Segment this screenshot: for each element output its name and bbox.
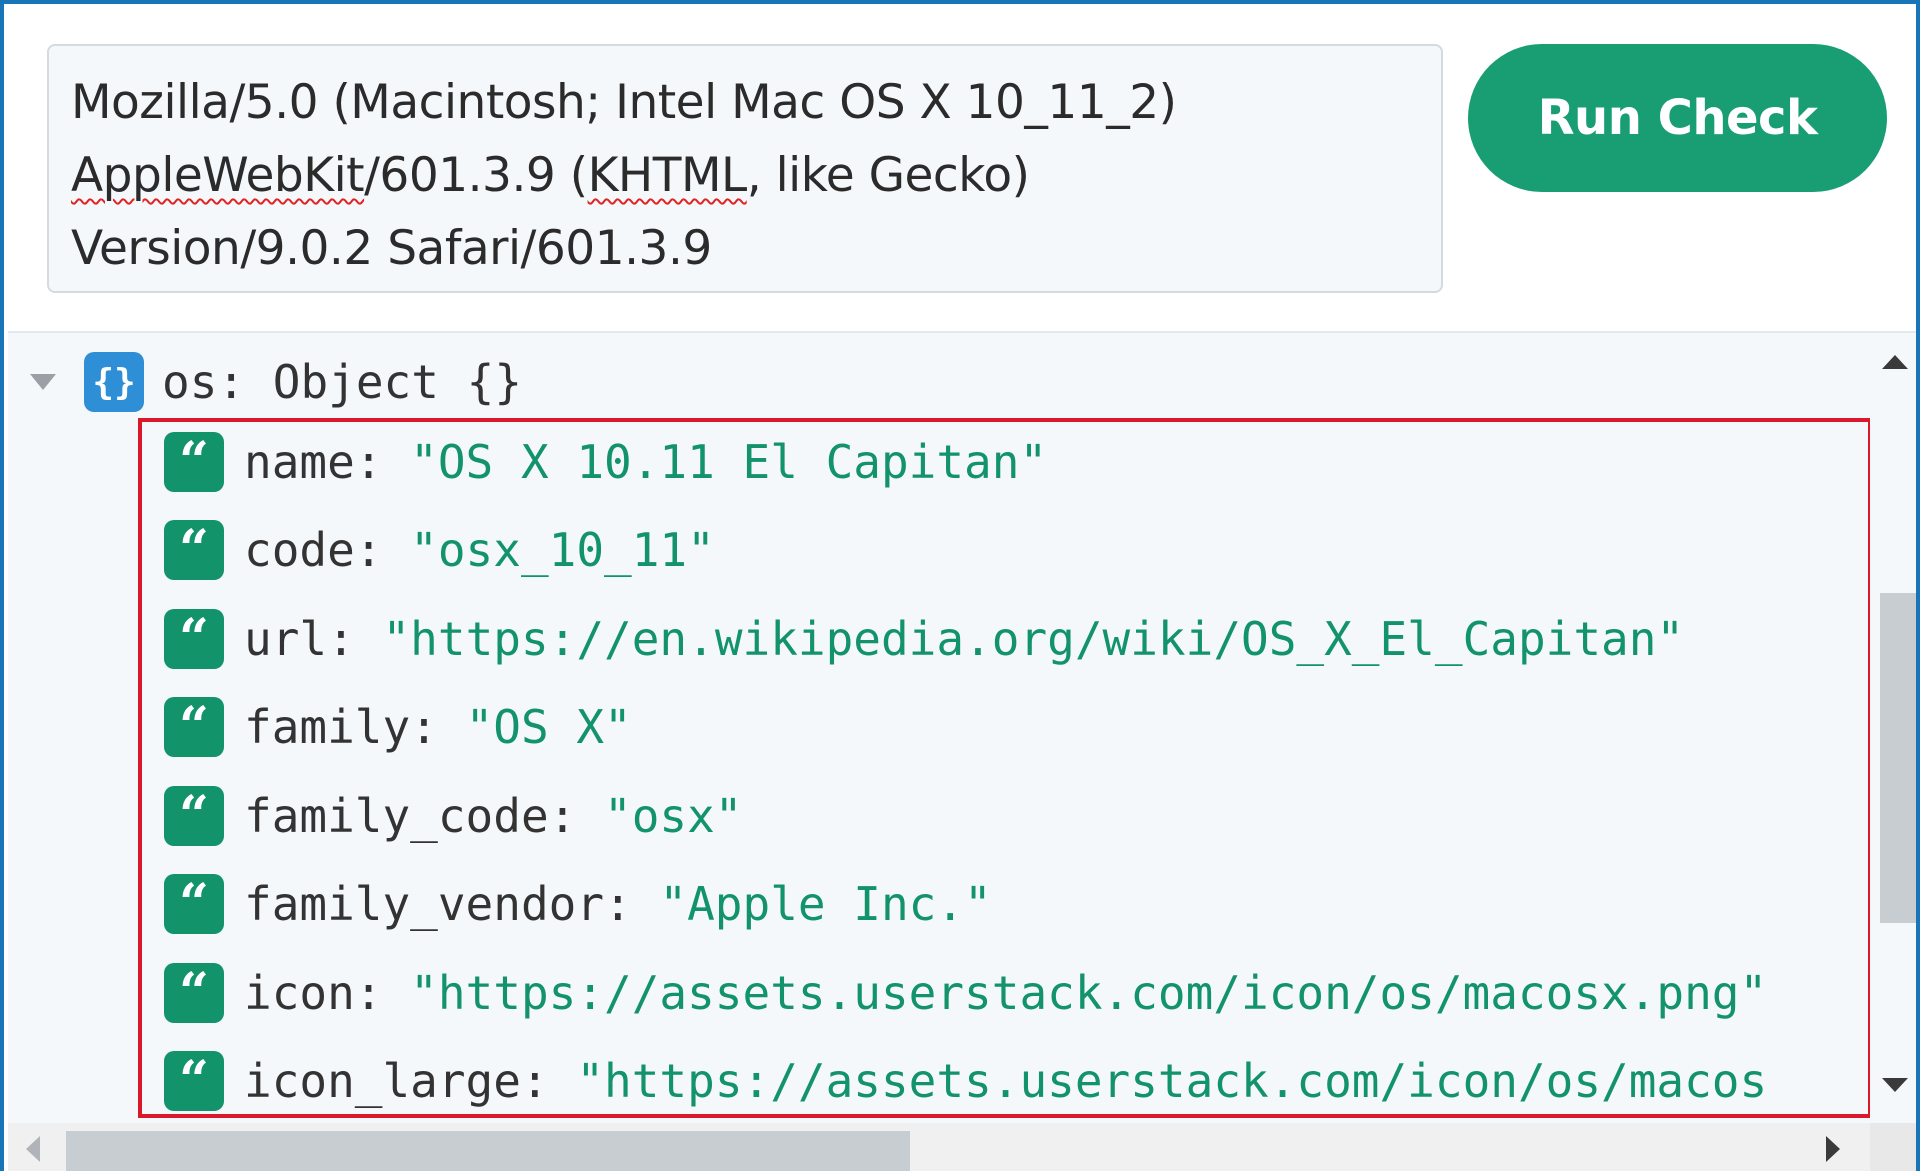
vertical-scroll-thumb[interactable] (1880, 593, 1916, 923)
node-key: os (162, 355, 218, 409)
run-check-button[interactable]: Run Check (1468, 44, 1887, 192)
property-key: name (244, 435, 355, 489)
property-key: icon (244, 966, 355, 1020)
highlight-rectangle: “ name: "OS X 10.11 El Capitan" “ code: … (138, 418, 1872, 1118)
user-agent-misspelled-word: AppleWebKit (71, 148, 365, 203)
user-agent-input[interactable]: Mozilla/5.0 (Macintosh; Intel Mac OS X 1… (47, 44, 1443, 293)
object-braces-icon: {} (84, 352, 144, 412)
json-tree-viewer: {} os: Object {} “ name: "OS X 10.11 El … (8, 331, 1916, 1171)
property-row-icon-large[interactable]: “ icon_large: "https://assets.userstack.… (164, 1046, 1768, 1114)
vertical-scrollbar[interactable] (1870, 333, 1916, 1123)
user-agent-text: /601.3.9 ( (364, 148, 588, 203)
user-agent-line-1: Mozilla/5.0 (Macintosh; Intel Mac OS X 1… (71, 75, 1177, 130)
horizontal-scroll-thumb[interactable] (66, 1131, 910, 1171)
property-row-family-code[interactable]: “ family_code: "osx" (164, 781, 743, 851)
string-quote-icon: “ (164, 874, 224, 934)
property-row-icon[interactable]: “ icon: "https://assets.userstack.com/ic… (164, 958, 1767, 1028)
property-row-family[interactable]: “ family: "OS X" (164, 692, 632, 762)
property-key: family_code (244, 789, 549, 843)
tree-node-os[interactable]: {} os: Object {} (30, 347, 522, 417)
property-key: family_vendor (244, 877, 605, 931)
property-value: "osx" (604, 789, 743, 843)
string-quote-icon: “ (164, 786, 224, 846)
string-quote-icon: “ (164, 697, 224, 757)
key-separator: : (354, 966, 411, 1020)
property-value: "OS X" (465, 700, 632, 754)
scroll-down-arrow-icon[interactable] (1882, 1078, 1908, 1092)
scroll-right-arrow-icon[interactable] (1826, 1136, 1840, 1162)
property-value: "OS X 10.11 El Capitan" (410, 435, 1048, 489)
property-value: "https://en.wikipedia.org/wiki/OS_X_El_C… (382, 612, 1685, 666)
key-separator: : (217, 355, 273, 409)
property-key: code (244, 523, 355, 577)
key-separator: : (548, 789, 605, 843)
caret-down-icon[interactable] (30, 374, 56, 390)
string-quote-icon: “ (164, 432, 224, 492)
key-separator: : (604, 877, 660, 931)
horizontal-scrollbar[interactable] (8, 1123, 1870, 1171)
property-value: "https://assets.userstack.com/icon/os/ma… (576, 1054, 1768, 1108)
scrollbar-corner (1870, 1123, 1916, 1171)
property-value: "Apple Inc." (659, 877, 992, 931)
scroll-up-arrow-icon[interactable] (1882, 355, 1908, 369)
user-agent-text: , like Gecko) (746, 148, 1030, 203)
key-separator: : (410, 700, 466, 754)
property-key: url (244, 612, 328, 666)
key-separator: : (354, 523, 411, 577)
node-value: Object {} (272, 355, 523, 409)
user-agent-line-3: Version/9.0.2 Safari/601.3.9 (71, 221, 712, 276)
string-quote-icon: “ (164, 1051, 224, 1111)
app-frame: Mozilla/5.0 (Macintosh; Intel Mac OS X 1… (0, 0, 1920, 1171)
property-row-family-vendor[interactable]: “ family_vendor: "Apple Inc." (164, 869, 992, 939)
scroll-left-arrow-icon[interactable] (26, 1136, 40, 1162)
property-key: icon_large (244, 1054, 521, 1108)
user-agent-misspelled-word: KHTML (587, 148, 748, 203)
property-value: "osx_10_11" (410, 523, 715, 577)
string-quote-icon: “ (164, 609, 224, 669)
key-separator: : (354, 435, 411, 489)
property-key: family (244, 700, 411, 754)
string-quote-icon: “ (164, 520, 224, 580)
key-separator: : (520, 1054, 577, 1108)
string-quote-icon: “ (164, 963, 224, 1023)
property-value: "https://assets.userstack.com/icon/os/ma… (410, 966, 1768, 1020)
property-row-code[interactable]: “ code: "osx_10_11" (164, 515, 715, 585)
property-row-name[interactable]: “ name: "OS X 10.11 El Capitan" (164, 427, 1047, 497)
tree-content: {} os: Object {} “ name: "OS X 10.11 El … (8, 333, 1872, 1123)
key-separator: : (327, 612, 383, 666)
property-row-url[interactable]: “ url: "https://en.wikipedia.org/wiki/OS… (164, 604, 1684, 674)
